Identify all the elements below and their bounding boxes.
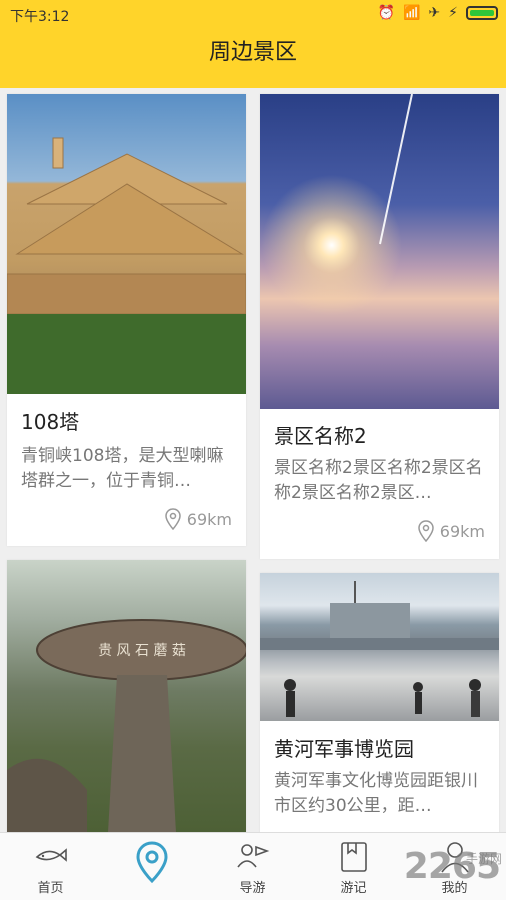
scenic-card[interactable]: 黄河军事博览园 黄河军事文化博览园距银川市区约30公里，距…: [260, 573, 499, 832]
scenic-desc: 景区名称2景区名称2景区名称2景区名称2景区…: [274, 458, 483, 503]
scenic-desc: 黄河军事文化博览园距银川市区约30公里，距…: [274, 771, 478, 816]
status-bar: 下午3:12 ⏰ 📶 ✈ ⚡: [0, 0, 506, 30]
location-pin-icon: [135, 841, 168, 883]
charging-icon: ⚡: [448, 5, 458, 21]
ship-illustration: [260, 581, 499, 717]
location-pin-icon: [165, 508, 181, 530]
nav-notes[interactable]: 游记: [303, 833, 404, 900]
rock-illustration: 贵 风 石 蘑 菇: [7, 619, 248, 832]
scenic-image: [6, 94, 247, 394]
notebook-icon: [340, 842, 367, 872]
distance-text: 69km: [186, 509, 232, 529]
scenic-image: 贵 风 石 蘑 菇: [7, 560, 248, 832]
distance-text: 69km: [439, 521, 485, 541]
guide-icon: [236, 844, 269, 868]
pagoda-illustration: [6, 137, 247, 394]
scenic-desc: 青铜峡108塔，是大型喇嘛塔群之一，位于青铜…: [21, 446, 224, 491]
scenic-distance: 69km: [418, 520, 485, 542]
nav-guide[interactable]: 导游: [202, 833, 303, 900]
location-pin-icon: [418, 520, 434, 542]
sky-illustration: [379, 93, 413, 245]
scenic-card[interactable]: 贵 风 石 蘑 菇: [7, 560, 248, 832]
fish-icon: [35, 848, 67, 862]
nav-home[interactable]: 首页: [0, 833, 101, 900]
alarm-icon: ⏰: [377, 5, 395, 21]
airplane-icon: ✈: [428, 5, 441, 21]
status-time: 下午3:12: [10, 9, 70, 25]
watermark-label: 手游网: [465, 852, 502, 866]
scenic-name: 黄河军事博览园: [274, 737, 414, 761]
nav-label: 游记: [340, 881, 367, 896]
scenic-name: 108塔: [21, 410, 80, 434]
nav-nearby[interactable]: [101, 833, 202, 900]
wifi-icon: 📶: [402, 5, 421, 21]
status-icons: ⏰ 📶 ✈ ⚡: [378, 5, 498, 21]
scenic-card[interactable]: 108塔 青铜峡108塔，是大型喇嘛塔群之一，位于青铜… 69km: [6, 94, 247, 546]
battery-icon: [466, 6, 498, 20]
app-header: 下午3:12 ⏰ 📶 ✈ ⚡ 周边景区: [0, 0, 506, 88]
scenic-name: 景区名称2: [274, 424, 367, 448]
page-title: 周边景区: [208, 40, 297, 65]
scenic-image: [260, 573, 499, 721]
scenic-card[interactable]: 景区名称2 景区名称2景区名称2景区名称2景区名称2景区… 69km: [260, 93, 499, 559]
scenic-image: [260, 93, 499, 409]
scenic-grid: 108塔 青铜峡108塔，是大型喇嘛塔群之一，位于青铜… 69km 景区名称2 …: [0, 88, 506, 832]
rock-sign-text: 贵 风 石 蘑 菇: [98, 643, 186, 659]
nav-label: 首页: [37, 881, 64, 896]
scenic-distance: 69km: [165, 508, 232, 530]
nav-label: 导游: [239, 881, 266, 896]
